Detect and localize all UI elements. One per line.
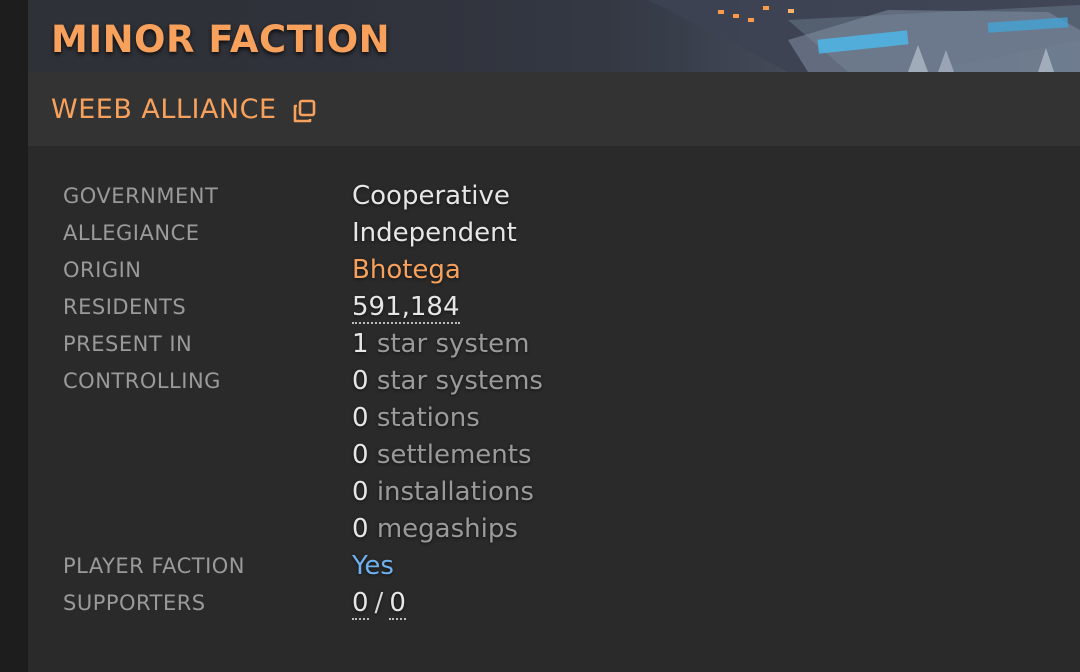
- allegiance-value: Independent: [352, 218, 517, 248]
- controlling-count: 0: [352, 477, 369, 507]
- controlling-settlements: 0 settlements: [352, 437, 532, 473]
- controlling-count: 0: [352, 514, 369, 544]
- detail-row-allegiance: ALLEGIANCE Independent: [63, 215, 763, 252]
- controlling-stations: 0 stations: [352, 400, 480, 436]
- detail-row-controlling-settlements: 0 settlements: [63, 437, 763, 474]
- faction-details: GOVERNMENT Cooperative ALLEGIANCE Indepe…: [63, 178, 763, 622]
- controlling-count: 0: [352, 440, 369, 470]
- present-in-unit: star system: [376, 329, 530, 359]
- government-label: GOVERNMENT: [63, 184, 219, 208]
- detail-row-government: GOVERNMENT Cooperative: [63, 178, 763, 215]
- detail-row-supporters: SUPPORTERS 0/0: [63, 585, 763, 622]
- player-faction-label: PLAYER FACTION: [63, 554, 246, 578]
- external-link-icon[interactable]: [292, 98, 318, 124]
- detail-row-origin: ORIGIN Bhotega: [63, 252, 763, 289]
- government-value: Cooperative: [352, 181, 510, 211]
- detail-row-residents: RESIDENTS 591,184: [63, 289, 763, 326]
- detail-row-controlling: CONTROLLING 0 star systems: [63, 363, 763, 400]
- supporters-total[interactable]: 0: [389, 588, 406, 620]
- controlling-star-systems: 0 star systems: [352, 363, 543, 399]
- origin-link[interactable]: Bhotega: [352, 252, 461, 288]
- allegiance-label: ALLEGIANCE: [63, 221, 200, 245]
- left-edge-strip: [0, 0, 28, 672]
- supporters-separator: /: [374, 588, 384, 618]
- minor-faction-panel: MINOR FACTION WEEB ALLIANCE GOVERNMENT C…: [28, 0, 1080, 672]
- detail-row-present-in: PRESENT IN 1 star system: [63, 326, 763, 363]
- detail-row-controlling-stations: 0 stations: [63, 400, 763, 437]
- controlling-installations: 0 installations: [352, 474, 534, 510]
- controlling-megaships: 0 megaships: [352, 511, 518, 547]
- residents-label: RESIDENTS: [63, 295, 187, 319]
- controlling-unit: stations: [376, 403, 480, 433]
- residents-value[interactable]: 591,184: [352, 289, 460, 325]
- supporters-label: SUPPORTERS: [63, 591, 206, 615]
- detail-row-player-faction: PLAYER FACTION Yes: [63, 548, 763, 585]
- controlling-label: CONTROLLING: [63, 369, 221, 393]
- present-in-count: 1: [352, 329, 369, 359]
- present-in-value: 1 star system: [352, 326, 529, 362]
- faction-name: WEEB ALLIANCE: [51, 94, 277, 125]
- controlling-count: 0: [352, 366, 369, 396]
- controlling-count: 0: [352, 403, 369, 433]
- page-title: MINOR FACTION: [51, 18, 391, 61]
- controlling-unit: megaships: [376, 514, 518, 544]
- supporters-current[interactable]: 0: [352, 588, 369, 620]
- present-in-label: PRESENT IN: [63, 332, 193, 356]
- header-banner: MINOR FACTION: [28, 0, 1080, 72]
- player-faction-link[interactable]: Yes: [352, 548, 394, 584]
- detail-row-controlling-megaships: 0 megaships: [63, 511, 763, 548]
- controlling-unit: settlements: [376, 440, 532, 470]
- controlling-unit: installations: [376, 477, 534, 507]
- detail-row-controlling-installations: 0 installations: [63, 474, 763, 511]
- controlling-unit: star systems: [376, 366, 543, 396]
- supporters-value: 0/0: [352, 585, 406, 621]
- residents-number[interactable]: 591,184: [352, 292, 460, 324]
- origin-label: ORIGIN: [63, 258, 142, 282]
